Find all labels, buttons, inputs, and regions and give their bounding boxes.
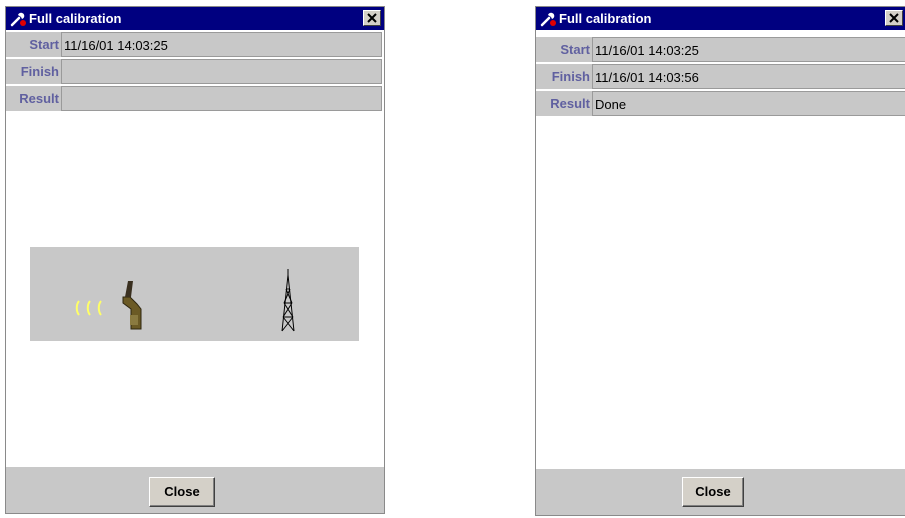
button-bar: Close: [536, 469, 905, 515]
start-label: Start: [536, 37, 592, 62]
wrench-icon: [540, 10, 558, 27]
close-button[interactable]: Close: [149, 477, 215, 507]
start-label: Start: [6, 32, 61, 57]
antenna-tower-icon: [281, 269, 295, 332]
handset-icon: [122, 281, 142, 330]
calibration-animation: [30, 247, 359, 341]
content-area: [536, 118, 905, 469]
calibration-dialog-done: Full calibration Start 11/16/01 14:03:25…: [535, 6, 905, 516]
close-icon[interactable]: [363, 10, 381, 26]
result-label: Result: [536, 91, 592, 116]
dialog-title: Full calibration: [559, 11, 652, 26]
start-value: 11/16/01 14:03:25: [592, 37, 905, 62]
finish-value: 11/16/01 14:03:56: [592, 64, 905, 89]
title-bar[interactable]: Full calibration: [536, 7, 905, 30]
calibration-dialog-in-progress: Full calibration Start 11/16/01 14:03:25…: [5, 6, 385, 514]
result-label: Result: [6, 86, 61, 111]
finish-label: Finish: [536, 64, 592, 89]
button-bar: Close: [6, 467, 384, 513]
dialog-title: Full calibration: [29, 11, 122, 26]
signal-waves-icon: [75, 300, 102, 316]
close-button[interactable]: Close: [682, 477, 744, 507]
result-value: Done: [592, 91, 905, 116]
wrench-icon: [10, 10, 28, 27]
start-value: 11/16/01 14:03:25: [61, 32, 382, 57]
finish-value: [61, 59, 382, 84]
result-value: [61, 86, 382, 111]
title-bar[interactable]: Full calibration: [6, 7, 384, 30]
finish-label: Finish: [6, 59, 61, 84]
close-icon[interactable]: [885, 10, 903, 26]
